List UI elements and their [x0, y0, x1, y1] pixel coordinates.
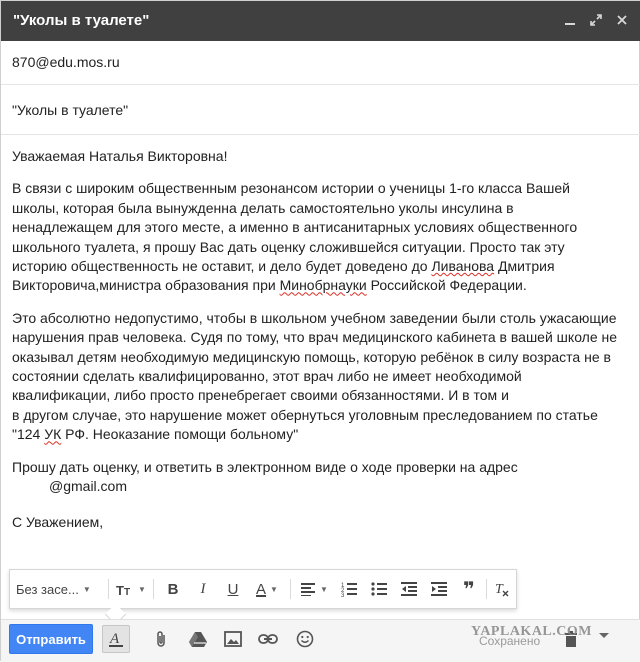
- spellcheck-word[interactable]: Минобрнауки: [280, 277, 367, 293]
- link-icon: [258, 634, 278, 644]
- more-options-icon[interactable]: [599, 633, 609, 638]
- indent-less-button[interactable]: [394, 570, 424, 608]
- underline-button[interactable]: U: [218, 570, 248, 608]
- paragraph-2: Это абсолютно недопустимо, чтобы в школь…: [12, 309, 618, 443]
- compose-window: "Уколы в туалете" 870@edu.mos.ru "Уколы …: [0, 0, 640, 662]
- paragraph-1: В связи с широким общественным резонансо…: [12, 180, 578, 294]
- to-field[interactable]: 870@edu.mos.ru: [1, 41, 640, 85]
- subject-field[interactable]: "Уколы в туалете": [1, 85, 640, 135]
- bold-button[interactable]: B: [158, 570, 188, 608]
- text-size-button[interactable]: T T ▼: [114, 570, 148, 608]
- toolbar-divider: [153, 579, 154, 599]
- toolbar-divider: [486, 579, 487, 599]
- bulleted-list-button[interactable]: [364, 570, 394, 608]
- align-icon: [301, 583, 316, 596]
- text-format-icon: A: [109, 631, 123, 647]
- svg-text:T: T: [495, 582, 504, 597]
- indent-more-icon: [431, 582, 447, 596]
- google-drive-icon: [189, 632, 207, 647]
- align-button[interactable]: ▼: [296, 570, 332, 608]
- formatting-toolbar: Без засе... ▼ T T ▼ B I U A ▼ ▼ 1 2 3 ❞ …: [9, 569, 517, 609]
- paragraph-3: Прошу дать оценку, и ответить в электрон…: [12, 458, 634, 497]
- bulleted-list-icon: [371, 582, 387, 596]
- message-body[interactable]: Уважаемая Наталья Викторовна! В связи с …: [12, 147, 634, 545]
- watermark-logo: YAPLAKAL.COM: [471, 624, 592, 639]
- compose-titlebar[interactable]: "Уколы в туалете": [1, 1, 640, 41]
- italic-button[interactable]: I: [188, 570, 218, 608]
- subject-input[interactable]: "Уколы в туалете": [12, 102, 128, 118]
- toolbar-divider: [108, 579, 109, 599]
- close-icon[interactable]: [613, 9, 631, 31]
- text-size-icon: T T: [116, 583, 130, 596]
- indent-more-button[interactable]: [424, 570, 454, 608]
- greeting-line: Уважаемая Наталья Викторовна!: [12, 148, 228, 164]
- text-color-button[interactable]: A ▼: [248, 570, 286, 608]
- window-controls: [561, 9, 631, 31]
- attach-button[interactable]: [147, 625, 175, 653]
- compose-title: "Уколы в туалете": [13, 12, 150, 29]
- quote-button[interactable]: ❞: [454, 570, 484, 608]
- spellcheck-word[interactable]: Ливанова: [431, 258, 494, 274]
- spellcheck-word[interactable]: УК: [44, 426, 61, 442]
- font-family-dropdown[interactable]: Без засе... ▼: [16, 570, 102, 608]
- closing-line: С Уважением,: [12, 513, 104, 530]
- insert-link-button[interactable]: [254, 625, 282, 653]
- svg-text:T: T: [116, 583, 124, 596]
- to-recipient[interactable]: 870@edu.mos.ru: [12, 54, 120, 70]
- expand-icon[interactable]: [587, 9, 605, 31]
- svg-text:T: T: [124, 587, 130, 596]
- insert-emoji-button[interactable]: [291, 625, 319, 653]
- insert-photo-button[interactable]: [219, 625, 247, 653]
- paperclip-icon: [157, 631, 165, 647]
- email-address: @gmail.com: [49, 478, 128, 495]
- smiley-icon: [296, 630, 314, 648]
- chevron-down-icon: ▼: [320, 584, 328, 594]
- minimize-icon[interactable]: [561, 9, 579, 31]
- indent-less-icon: [401, 582, 417, 596]
- formatting-options-button[interactable]: A: [102, 625, 130, 653]
- toolbar-divider: [290, 579, 291, 599]
- svg-text:A: A: [109, 631, 120, 647]
- send-button[interactable]: Отправить: [9, 624, 93, 654]
- image-icon: [224, 631, 242, 647]
- chevron-down-icon: ▼: [138, 584, 146, 594]
- clear-format-icon: T: [495, 582, 509, 597]
- numbered-list-button[interactable]: 1 2 3: [334, 570, 364, 608]
- chevron-down-icon: ▼: [270, 584, 278, 594]
- chevron-down-icon: ▼: [82, 584, 91, 594]
- drive-button[interactable]: [184, 625, 212, 653]
- svg-text:3: 3: [341, 593, 345, 597]
- numbered-list-icon: 1 2 3: [341, 583, 357, 597]
- clear-format-button[interactable]: T: [488, 570, 516, 608]
